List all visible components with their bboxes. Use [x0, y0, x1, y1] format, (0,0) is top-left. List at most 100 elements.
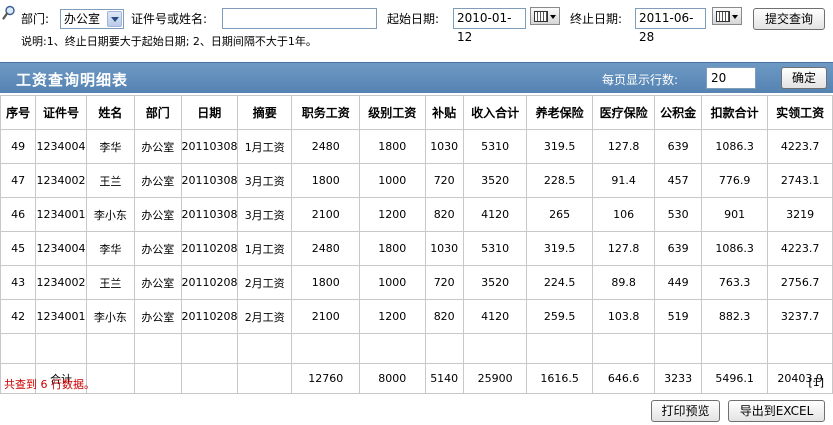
table-cell: 4223.7 — [767, 231, 833, 266]
table-cell: 2480 — [291, 129, 360, 164]
table-cell: 1030 — [424, 129, 464, 164]
empty-row — [0, 333, 833, 364]
table-cell: 720 — [424, 163, 464, 198]
table-cell: 王兰 — [85, 163, 136, 198]
end-date-label: 终止日期: — [570, 12, 623, 26]
table-cell: 20110308 — [180, 129, 238, 164]
empty-cell — [767, 333, 833, 364]
table-header-row: 序号 证件号 姓名 部门 日期 摘要 职务工资 级别工资 补贴 收入合计 养老保险 医疗保险 公积金 扣款… — [0, 95, 833, 130]
table-cell: 763.3 — [700, 265, 769, 300]
total-cell: 3233 — [654, 363, 702, 394]
table-cell: 46 — [0, 197, 37, 232]
column-header: 实领工资 — [767, 95, 833, 130]
table-cell: 639 — [654, 231, 702, 266]
column-header: 日期 — [180, 95, 238, 130]
table-row: 43 1234002 王兰 办公室 20110208 2月工资 1800 1000 720 352… — [0, 265, 833, 300]
total-cell: 12760 — [291, 363, 360, 394]
table-cell: 5310 — [462, 231, 528, 266]
start-date-input[interactable]: 2010-01-12 — [453, 8, 526, 44]
dropdown-arrow-icon — [732, 15, 738, 19]
empty-cell — [180, 333, 238, 364]
table-cell: 820 — [424, 197, 464, 232]
empty-cell — [526, 333, 593, 364]
table-cell: 1800 — [291, 265, 360, 300]
column-header: 职务工资 — [291, 95, 360, 130]
table-cell: 2100 — [291, 197, 360, 232]
total-cell — [180, 363, 238, 394]
column-header: 部门 — [134, 95, 182, 130]
table-cell: 2100 — [291, 299, 360, 334]
column-header: 补贴 — [424, 95, 464, 130]
column-header: 医疗保险 — [591, 95, 656, 130]
total-row: 合计 12760 8000 5140 25900 1616.5 646.6 3233 5496.… — [0, 363, 833, 394]
table-cell: 127.8 — [591, 129, 656, 164]
table-cell: 820 — [424, 299, 464, 334]
end-date-input[interactable]: 2011-06-28 — [635, 8, 706, 44]
total-cell: 646.6 — [591, 363, 656, 394]
rows-per-page-input[interactable]: 20 — [706, 67, 756, 89]
table-cell: 2月工资 — [236, 299, 293, 334]
dept-select-value: 办公室 — [64, 12, 101, 26]
empty-cell — [358, 333, 426, 364]
end-date-calendar-button[interactable] — [712, 7, 742, 25]
empty-cell — [591, 333, 656, 364]
filter-bar: 部门: 办公室 证件号或姓名: 起始日期: 2010-01-12 终止日期: 2… — [0, 0, 833, 50]
table-cell: 1086.3 — [700, 129, 769, 164]
table-cell: 2480 — [291, 231, 360, 266]
table-cell: 李华 — [85, 231, 136, 266]
table-cell: 20110208 — [180, 231, 238, 266]
chevron-down-icon[interactable] — [107, 11, 122, 27]
table-cell: 89.8 — [591, 265, 656, 300]
calendar-icon — [716, 11, 730, 22]
table-cell: 3237.7 — [767, 299, 833, 334]
table-cell: 办公室 — [134, 197, 182, 232]
result-count-suffix: 行数据。 — [51, 378, 95, 391]
id-or-name-input[interactable] — [222, 8, 377, 29]
total-cell — [134, 363, 182, 394]
table-cell: 449 — [654, 265, 702, 300]
table-cell: 259.5 — [526, 299, 593, 334]
table-cell: 1200 — [358, 197, 426, 232]
submit-query-button[interactable]: 提交查询 — [753, 8, 825, 30]
empty-cell — [654, 333, 702, 364]
empty-cell — [424, 333, 464, 364]
column-header: 收入合计 — [462, 95, 528, 130]
table-cell: 1000 — [358, 163, 426, 198]
confirm-button[interactable]: 确定 — [781, 67, 827, 89]
table-cell: 639 — [654, 129, 702, 164]
table-cell: 720 — [424, 265, 464, 300]
page-title: 工资查询明细表 — [16, 71, 129, 89]
dept-select[interactable]: 办公室 — [60, 9, 124, 29]
total-cell: 8000 — [358, 363, 426, 394]
table-cell: 1234004 — [35, 129, 87, 164]
title-bar: 工资查询明细表 每页显示行数: 20 确定 — [0, 62, 833, 93]
salary-table: 序号 证件号 姓名 部门 日期 摘要 职务工资 级别工资 补贴 收入合计 养老保险 医疗保险 公积金 扣款… — [0, 95, 833, 394]
table-cell: 319.5 — [526, 129, 593, 164]
empty-cell — [291, 333, 360, 364]
table-cell: 42 — [0, 299, 37, 334]
empty-cell — [85, 333, 136, 364]
start-date-calendar-button[interactable] — [530, 7, 560, 25]
column-header: 序号 — [0, 95, 37, 130]
column-header: 姓名 — [85, 95, 136, 130]
pagination-page-1[interactable]: [1] — [808, 376, 824, 389]
print-preview-button[interactable]: 打印预览 — [651, 400, 720, 422]
table-cell: 2756.7 — [767, 265, 833, 300]
table-cell: 20110308 — [180, 197, 238, 232]
table-cell: 1800 — [358, 129, 426, 164]
empty-cell — [0, 333, 37, 364]
table-cell: 3520 — [462, 163, 528, 198]
table-cell: 1800 — [291, 163, 360, 198]
table-cell: 519 — [654, 299, 702, 334]
empty-cell — [35, 333, 87, 364]
table-cell: 106 — [591, 197, 656, 232]
table-cell: 882.3 — [700, 299, 769, 334]
rows-per-page-label: 每页显示行数: — [602, 73, 679, 87]
table-cell: 1234001 — [35, 299, 87, 334]
table-cell: 45 — [0, 231, 37, 266]
table-cell: 办公室 — [134, 299, 182, 334]
empty-cell — [134, 333, 182, 364]
table-cell: 530 — [654, 197, 702, 232]
export-excel-button[interactable]: 导出到EXCEL — [728, 400, 825, 422]
search-icon — [2, 5, 15, 20]
